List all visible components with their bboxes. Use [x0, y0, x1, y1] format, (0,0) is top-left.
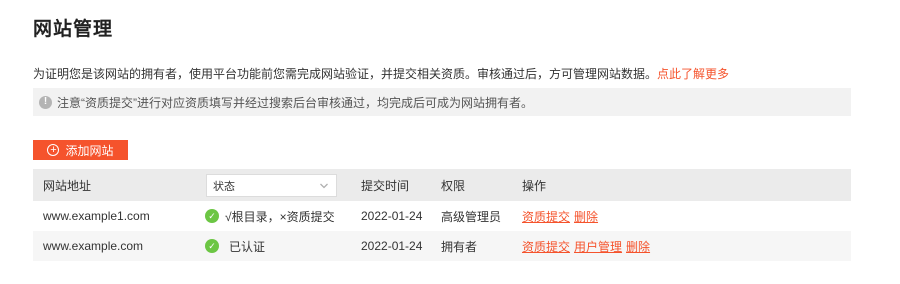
header-actions: 操作: [522, 178, 547, 193]
info-circle-icon: !: [39, 95, 52, 109]
status-text: √根目录，×资质提交: [225, 209, 335, 224]
status-filter-select[interactable]: 状态: [206, 174, 337, 197]
table-row: www.example.com ✓ 已认证 2022-01-24 拥有者 资质提…: [33, 231, 851, 261]
status-text: 已认证: [229, 239, 266, 254]
actions-cell: 资质提交 用户管理 删除: [522, 238, 654, 255]
table-header-row: 网站地址 状态 提交时间 权限 操作: [33, 169, 851, 201]
role: 高级管理员: [441, 209, 502, 224]
add-website-button[interactable]: + 添加网站: [33, 140, 128, 160]
check-circle-icon: ✓: [205, 209, 219, 223]
website-table: 网站地址 状态 提交时间 权限 操作 www.example1.com ✓ √根…: [33, 169, 851, 261]
submit-time: 2022-01-24: [361, 209, 423, 223]
header-time: 提交时间: [361, 178, 410, 193]
learn-more-link[interactable]: 点此了解更多: [657, 67, 729, 81]
header-role: 权限: [441, 178, 466, 193]
delete-link[interactable]: 删除: [574, 210, 598, 224]
notice-text: 注意“资质提交”进行对应资质填写并经过搜索后台审核通过，均完成后可成为网站拥有者…: [57, 95, 533, 110]
notice-banner: ! 注意“资质提交”进行对应资质填写并经过搜索后台审核通过，均完成后可成为网站拥…: [33, 88, 851, 116]
chevron-down-icon: [320, 183, 328, 189]
status-filter-value: 状态: [213, 180, 235, 193]
description-text: 为证明您是该网站的拥有者，使用平台功能前您需完成网站验证，并提交相关资质。审核通…: [33, 67, 658, 81]
site-address: www.example.com: [43, 239, 144, 253]
plus-circle-icon: +: [47, 144, 60, 156]
add-website-label: 添加网站: [65, 143, 114, 158]
submit-time: 2022-01-24: [361, 239, 423, 253]
site-address: www.example1.com: [43, 209, 150, 223]
delete-link[interactable]: 删除: [626, 240, 650, 254]
qualification-submit-link[interactable]: 资质提交: [522, 210, 570, 224]
user-management-link[interactable]: 用户管理: [574, 240, 622, 254]
check-circle-icon: ✓: [205, 239, 219, 253]
role: 拥有者: [441, 239, 478, 254]
status-cell: ✓ 已认证: [205, 238, 265, 255]
page-title: 网站管理: [33, 19, 114, 40]
actions-cell: 资质提交 删除: [522, 208, 602, 225]
status-cell: ✓ √根目录，×资质提交: [205, 208, 335, 225]
page-description: 为证明您是该网站的拥有者，使用平台功能前您需完成网站验证，并提交相关资质。审核通…: [33, 65, 729, 82]
qualification-submit-link[interactable]: 资质提交: [522, 240, 570, 254]
header-site: 网站地址: [43, 178, 92, 193]
table-row: www.example1.com ✓ √根目录，×资质提交 2022-01-24…: [33, 201, 851, 231]
